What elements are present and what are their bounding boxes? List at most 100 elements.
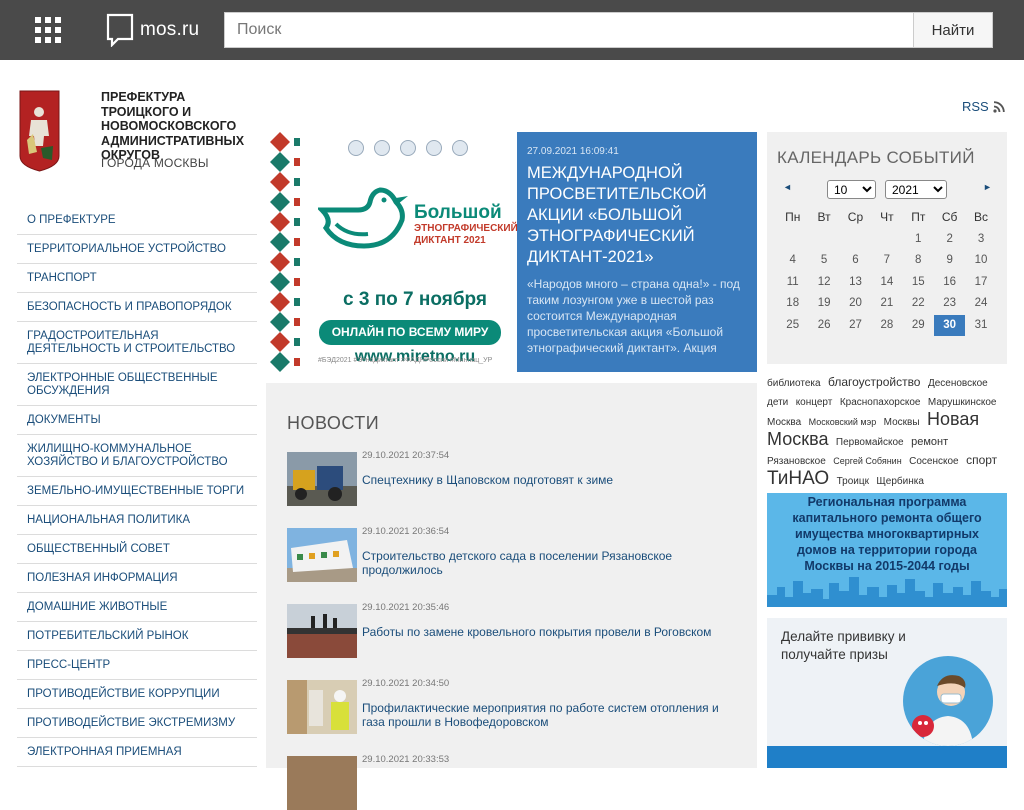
calendar-day[interactable]: 8	[903, 250, 934, 272]
calendar-day[interactable]: 26	[808, 315, 839, 337]
mos-ru-logo[interactable]: mos.ru	[106, 13, 199, 47]
moscow-coat-of-arms-icon[interactable]	[19, 90, 60, 172]
news-thumbnail[interactable]	[287, 528, 357, 582]
calendar-month-select[interactable]: 10	[827, 180, 876, 199]
calendar-day[interactable]: 24	[965, 293, 996, 315]
news-item[interactable]: 29.10.2021 20:37:54 Спецтехнику в Щаповс…	[287, 450, 737, 506]
sidebar-item[interactable]: Полезная информация	[17, 564, 257, 593]
calendar-day[interactable]: 4	[777, 250, 808, 272]
tag-link[interactable]: ремонт	[911, 436, 948, 448]
banner-image[interactable]: Большой Этнографический диктант 2021 с 3…	[266, 132, 517, 372]
calendar-year-select[interactable]: 2021	[885, 180, 947, 199]
news-title-link[interactable]: Работы по замене кровельного покрытия пр…	[362, 625, 732, 640]
banner-text-panel: 27.09.2021 16:09:41 Международной просве…	[517, 132, 757, 372]
tag-link[interactable]: Москвы	[884, 417, 920, 428]
apps-menu-icon[interactable]	[35, 17, 61, 43]
news-date: 29.10.2021 20:35:46	[362, 602, 450, 613]
calendar-day[interactable]: 30	[933, 314, 966, 336]
calendar-day[interactable]: 23	[934, 293, 965, 315]
tag-link[interactable]: Москва	[767, 417, 801, 428]
tag-link[interactable]: благоустройство	[828, 375, 920, 389]
calendar-day[interactable]: 2	[934, 229, 965, 251]
news-item[interactable]: 29.10.2021 20:36:54 Строительство детско…	[287, 526, 737, 582]
tag-link[interactable]: Первомайское	[836, 437, 904, 448]
sidebar-item[interactable]: Потребительский рынок	[17, 622, 257, 651]
tag-link[interactable]: Щербинка	[876, 476, 924, 487]
calendar-prev-month-icon[interactable]: ◄	[783, 182, 792, 192]
tag-link[interactable]: ТиНАО	[767, 468, 829, 489]
news-title-link[interactable]: Спецтехнику в Щаповском подготовят к зим…	[362, 473, 732, 488]
calendar-day[interactable]: 10	[965, 250, 996, 272]
calendar-day[interactable]: 20	[840, 293, 871, 315]
calendar-day[interactable]: 15	[903, 272, 934, 294]
calendar-day[interactable]: 6	[840, 250, 871, 272]
calendar-day[interactable]: 18	[777, 293, 808, 315]
sidebar-item[interactable]: Общественный совет	[17, 535, 257, 564]
featured-banner[interactable]: Большой Этнографический диктант 2021 с 3…	[266, 132, 757, 372]
news-item[interactable]: 29.10.2021 20:34:50 Профилактические мер…	[287, 678, 737, 734]
sidebar-item[interactable]: О префектуре	[17, 206, 257, 235]
sidebar-item[interactable]: Пресс-центр	[17, 651, 257, 680]
sidebar-item[interactable]: Жилищно-коммунальное хозяйство и благоус…	[17, 435, 257, 477]
sidebar-item[interactable]: Градостроительная деятельность и строите…	[17, 322, 257, 364]
calendar-day[interactable]: 7	[871, 250, 902, 272]
calendar-day[interactable]: 31	[965, 315, 996, 337]
news-thumbnail[interactable]	[287, 604, 357, 658]
calendar-day[interactable]: 11	[777, 272, 808, 294]
calendar-day[interactable]: 19	[808, 293, 839, 315]
calendar-day[interactable]: 14	[871, 272, 902, 294]
news-thumbnail[interactable]	[287, 756, 357, 810]
tag-link[interactable]: Сосенское	[909, 456, 958, 467]
tag-link[interactable]: Сергей Собянин	[833, 456, 901, 466]
calendar-day[interactable]: 29	[903, 315, 934, 337]
banner-title-link[interactable]: Международной просветительской акции «Бо…	[527, 163, 743, 268]
news-item[interactable]: 29.10.2021 20:35:46 Работы по замене кро…	[287, 602, 737, 658]
search-input[interactable]	[224, 12, 914, 48]
sidebar-item[interactable]: Электронные общественные обсуждения	[17, 364, 257, 406]
tag-link[interactable]: спорт	[966, 453, 997, 467]
sidebar-item[interactable]: Противодействие экстремизму	[17, 709, 257, 738]
vaccination-promo-banner[interactable]: Делайте прививку и получайте призы	[767, 618, 1007, 768]
calendar-day[interactable]: 12	[808, 272, 839, 294]
tag-link[interactable]: Марушкинское	[928, 397, 997, 408]
news-thumbnail[interactable]	[287, 452, 357, 506]
calendar-day[interactable]: 5	[808, 250, 839, 272]
news-item[interactable]: 29.10.2021 20:33:53	[287, 754, 737, 810]
sidebar-item[interactable]: Территориальное устройство	[17, 235, 257, 264]
news-title-link[interactable]: Строительство детского сада в поселении …	[362, 549, 732, 577]
calendar-day[interactable]: 3	[965, 229, 996, 251]
news-title-link[interactable]: Профилактические мероприятия по работе с…	[362, 701, 732, 729]
sidebar-item[interactable]: Безопасность и правопорядок	[17, 293, 257, 322]
tag-link[interactable]: концерт	[796, 397, 833, 408]
tag-link[interactable]: Десеновское	[928, 378, 988, 389]
calendar-day[interactable]: 9	[934, 250, 965, 272]
sidebar-item[interactable]: Противодействие коррупции	[17, 680, 257, 709]
capital-repair-program-banner[interactable]: Региональная программа капитального ремо…	[767, 493, 1007, 607]
calendar-day[interactable]: 17	[965, 272, 996, 294]
sidebar-item[interactable]: Электронная приемная	[17, 738, 257, 767]
tag-link[interactable]: Краснопахорское	[840, 397, 921, 408]
calendar-next-month-icon[interactable]: ►	[983, 182, 992, 192]
calendar-day[interactable]: 16	[934, 272, 965, 294]
rss-link[interactable]: RSS	[962, 99, 1005, 114]
sidebar-item[interactable]: Национальная политика	[17, 506, 257, 535]
sidebar-item[interactable]: Транспорт	[17, 264, 257, 293]
calendar-day[interactable]: 27	[840, 315, 871, 337]
tag-link[interactable]: дети	[767, 397, 788, 408]
news-thumbnail[interactable]	[287, 680, 357, 734]
calendar-day[interactable]: 1	[903, 229, 934, 251]
calendar-day[interactable]: 25	[777, 315, 808, 337]
calendar-day[interactable]: 22	[903, 293, 934, 315]
tag-link[interactable]: библиотека	[767, 378, 821, 389]
calendar-empty-cell	[777, 229, 808, 251]
calendar-day[interactable]: 21	[871, 293, 902, 315]
sidebar-item[interactable]: Земельно-имущественные торги	[17, 477, 257, 506]
search-button[interactable]: Найти	[913, 12, 993, 48]
calendar-day[interactable]: 13	[840, 272, 871, 294]
sidebar-item[interactable]: Домашние животные	[17, 593, 257, 622]
tag-link[interactable]: Троицк	[837, 476, 869, 487]
tag-link[interactable]: Московский мэр	[809, 417, 877, 427]
sidebar-item[interactable]: Документы	[17, 406, 257, 435]
calendar-day[interactable]: 28	[871, 315, 902, 337]
tag-link[interactable]: Рязановское	[767, 456, 826, 467]
